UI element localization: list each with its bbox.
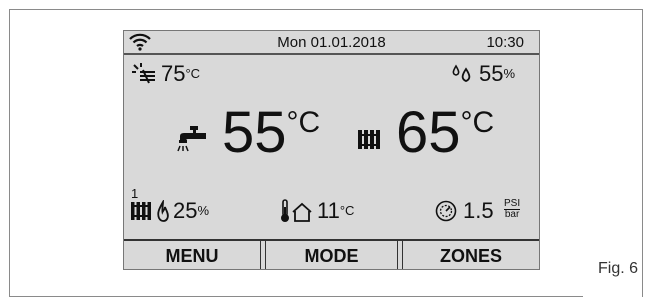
dhw-temperature: 55°C — [222, 104, 320, 162]
figure-caption: Fig. 6 — [598, 260, 639, 277]
burner-modulation-value: 25 — [173, 198, 198, 223]
humidity-unit: % — [503, 66, 516, 81]
mode-button[interactable]: MODE — [265, 241, 398, 269]
figure-frame-bottom — [9, 296, 583, 297]
outdoor-temperature: 11°C — [317, 199, 354, 223]
time-label: 10:30 — [486, 34, 524, 51]
solar-panel-icon — [132, 63, 155, 84]
pressure-units: PSI bar — [504, 198, 521, 220]
date-label: Mon 01.01.2018 — [277, 34, 386, 51]
radiator-small-icon — [131, 202, 151, 220]
pressure-value: 1.5 — [463, 198, 494, 223]
faucet-icon — [177, 126, 206, 152]
pressure-gauge-icon — [435, 200, 457, 222]
heating-temperature: 65°C — [396, 104, 494, 162]
humidity-value: 55 — [479, 61, 504, 86]
radiator-icon — [358, 130, 380, 149]
pressure-unit-psi: PSI — [504, 198, 521, 209]
heating-temperature-unit: °C — [460, 106, 495, 139]
pressure-unit-bar: bar — [504, 209, 521, 220]
display-screen: Mon 01.01.2018 10:30 75°C 55% 55°C 65°C … — [123, 30, 540, 270]
burner-modulation: 25% — [173, 199, 209, 223]
thermometer-house-icon — [281, 199, 312, 222]
heating-temperature-value: 65 — [396, 100, 461, 165]
status-bar: Mon 01.01.2018 10:30 — [124, 31, 539, 55]
solar-temperature-unit: °C — [185, 66, 201, 81]
outdoor-temperature-unit: °C — [339, 203, 355, 218]
menu-button[interactable]: MENU — [124, 241, 261, 269]
flame-icon — [157, 200, 169, 222]
dhw-temperature-unit: °C — [286, 106, 321, 139]
solar-temperature-value: 75 — [161, 61, 186, 86]
dhw-temperature-value: 55 — [222, 100, 287, 165]
zones-button[interactable]: ZONES — [402, 241, 539, 269]
droplets-icon — [452, 64, 471, 82]
outdoor-temperature-value: 11 — [317, 198, 340, 223]
burner-modulation-unit: % — [197, 203, 210, 218]
softkey-bar: MENU MODE ZONES — [124, 239, 539, 269]
solar-temperature: 75°C — [161, 62, 200, 86]
humidity-reading: 55% — [479, 62, 515, 86]
